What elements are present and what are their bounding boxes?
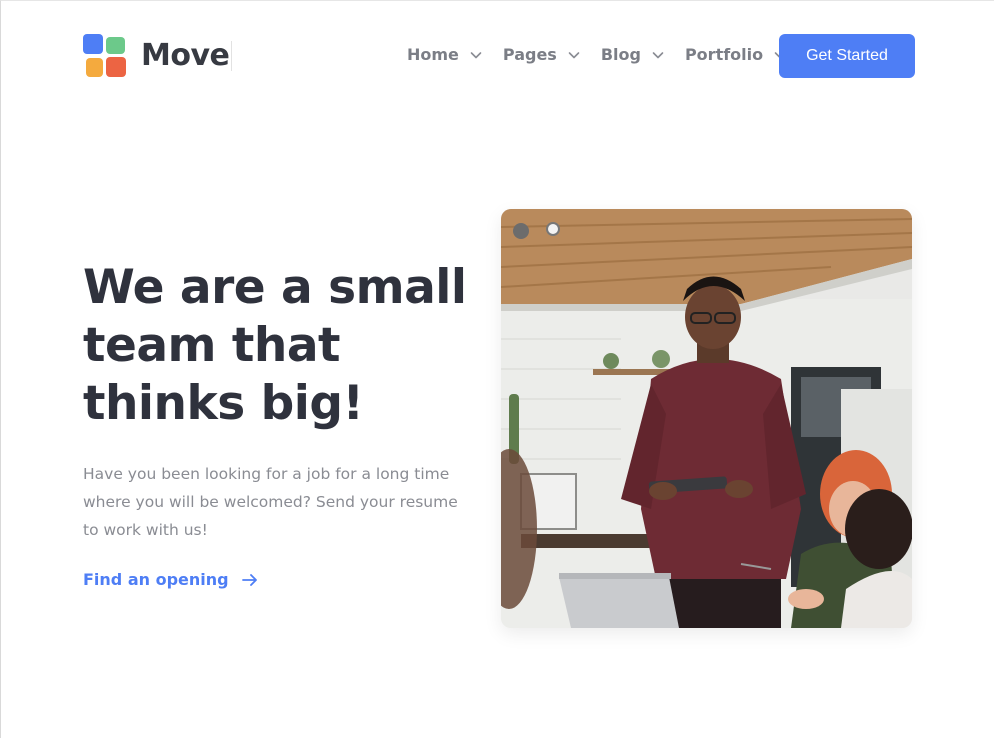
brand-logo[interactable]: Move — [83, 34, 233, 77]
logo-square-orange — [86, 58, 103, 77]
chevron-down-icon — [469, 48, 483, 62]
nav-item-label: Pages — [502, 45, 557, 64]
nav-item-home[interactable]: Home — [407, 45, 483, 64]
main-nav: Home Pages Blog Portfolio — [407, 45, 807, 64]
brand-name: Move — [141, 40, 233, 71]
nav-item-label: Blog — [600, 45, 641, 64]
nav-item-label: Home — [407, 45, 459, 64]
logo-square-green — [106, 37, 125, 54]
arrow-right-icon — [241, 571, 259, 589]
team-meeting-photo — [501, 209, 912, 628]
chevron-down-icon — [567, 48, 581, 62]
nav-item-portfolio[interactable]: Portfolio — [685, 45, 787, 64]
nav-item-label: Portfolio — [684, 45, 764, 64]
nav-item-pages[interactable]: Pages — [503, 45, 581, 64]
chevron-down-icon — [651, 48, 665, 62]
hero-title: We are a small team that thinks big! — [83, 260, 467, 431]
get-started-button[interactable]: Get Started — [779, 34, 915, 78]
hero-subtitle: Have you been looking for a job for a lo… — [83, 465, 458, 539]
logo-mark-icon — [83, 34, 126, 77]
logo-square-blue — [83, 34, 103, 54]
page: Move Home Pages Blog Portfolio Get Start… — [0, 0, 994, 738]
find-opening-link[interactable]: Find an opening — [83, 570, 259, 589]
nav-item-blog[interactable]: Blog — [601, 45, 665, 64]
logo-square-red — [106, 57, 126, 77]
find-opening-label: Find an opening — [83, 570, 229, 589]
